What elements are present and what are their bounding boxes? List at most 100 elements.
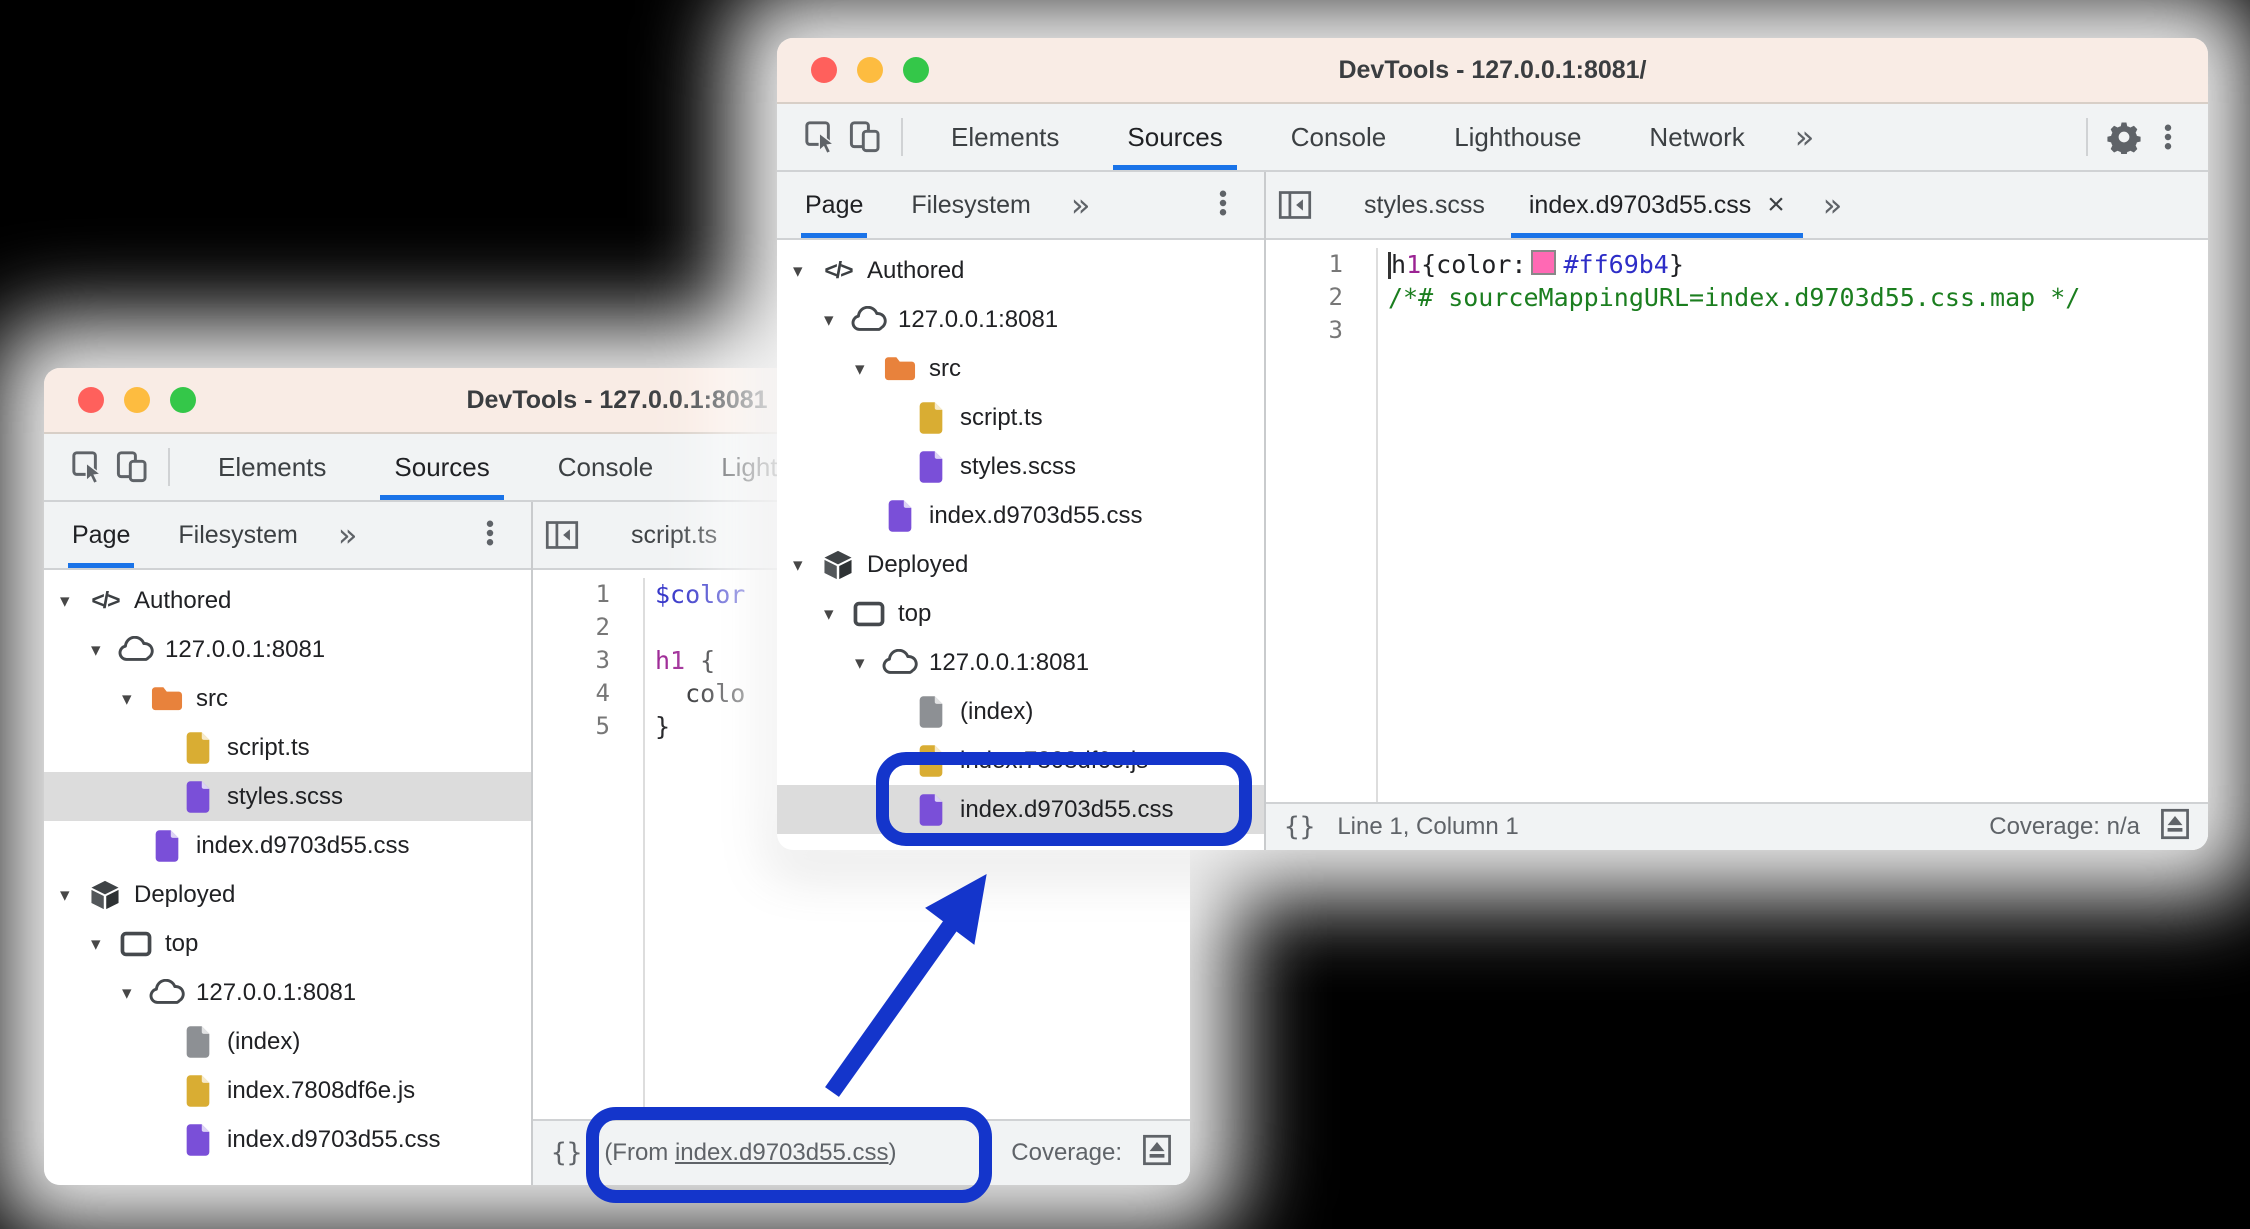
expand-arrow-icon[interactable]: ▾ — [824, 603, 850, 625]
tree-item-index-d9703d55-css[interactable]: index.d9703d55.css — [777, 491, 1264, 540]
pretty-print-icon[interactable]: {} — [551, 1138, 582, 1168]
tree-item-authored[interactable]: ▾ </> Authored — [777, 246, 1264, 295]
tree-item-label: 127.0.0.1:8081 — [929, 648, 1090, 676]
kebab-menu-icon[interactable] — [1208, 187, 1238, 224]
eject-panel-icon[interactable] — [1142, 1134, 1172, 1173]
tab-console[interactable]: Console — [1257, 104, 1420, 170]
toggle-navigator-icon[interactable] — [545, 520, 579, 550]
tree-item-deployed[interactable]: ▾ Deployed — [44, 870, 531, 919]
tree-item-index-7808df6e-js[interactable]: index.7808df6e.js — [777, 736, 1264, 785]
editor-tab-script-ts[interactable]: script.ts — [609, 502, 739, 568]
tree-item-index-d9703d55-css[interactable]: index.d9703d55.css — [44, 1115, 531, 1164]
device-toolbar-icon[interactable] — [110, 445, 154, 489]
mapped-from-link[interactable]: index.d9703d55.css — [675, 1139, 889, 1167]
tree-item-label: src — [929, 354, 961, 382]
coverage-label: Coverage: n/a — [1989, 813, 2140, 840]
expand-arrow-icon[interactable]: ▾ — [793, 260, 819, 282]
editor-statusbar: {} (From index.d9703d55.css ) Coverage: — [533, 1119, 1190, 1185]
line-number-gutter: 1 2 3 — [1266, 248, 1378, 802]
tree-item-127-0-0-1-8081[interactable]: ▾ 127.0.0.1:8081 — [44, 625, 531, 674]
tree-item-index-d9703d55-css[interactable]: index.d9703d55.css — [777, 785, 1264, 834]
eject-panel-icon[interactable] — [2160, 808, 2190, 847]
editor-tab-styles-scss[interactable]: styles.scss — [1342, 172, 1507, 238]
tree-item-127-0-0-1-8081[interactable]: ▾ 127.0.0.1:8081 — [44, 968, 531, 1017]
minimize-window-button[interactable] — [857, 57, 883, 83]
file-purple-icon — [179, 780, 217, 814]
tree-item-script-ts[interactable]: script.ts — [777, 393, 1264, 442]
tree-item-src[interactable]: ▾ src — [777, 344, 1264, 393]
expand-arrow-icon[interactable]: ▾ — [60, 590, 86, 612]
cloud-icon — [881, 648, 919, 677]
tree-item-deployed[interactable]: ▾ Deployed — [777, 540, 1264, 589]
close-tab-icon[interactable]: × — [1767, 190, 1785, 220]
tree-item-127-0-0-1-8081[interactable]: ▾ 127.0.0.1:8081 — [777, 638, 1264, 687]
device-toolbar-icon[interactable] — [843, 115, 887, 159]
navigator-pane: Page Filesystem » ▾ </> Authored ▾ 127.0.0.1:… — [44, 502, 531, 1185]
sidebar-tab-filesystem[interactable]: Filesystem — [154, 502, 321, 568]
tab-lighthouse[interactable]: Lighthouse — [1420, 104, 1615, 170]
minimize-window-button[interactable] — [124, 387, 150, 413]
tab-network[interactable]: Network — [1615, 104, 1778, 170]
expand-arrow-icon[interactable]: ▾ — [824, 309, 850, 331]
sidebar-tab-page[interactable]: Page — [48, 502, 154, 568]
kebab-menu-icon[interactable] — [475, 517, 505, 554]
tree-item-index[interactable]: (index) — [777, 687, 1264, 736]
file-gray-icon — [912, 695, 950, 729]
sidebar-tab-page[interactable]: Page — [781, 172, 887, 238]
more-tabs-icon[interactable]: » — [322, 516, 374, 554]
line-number: 2 — [595, 613, 610, 641]
inspect-element-icon[interactable] — [66, 445, 110, 489]
expand-arrow-icon[interactable]: ▾ — [122, 688, 148, 710]
tab-elements[interactable]: Elements — [184, 434, 360, 500]
toggle-navigator-icon[interactable] — [1278, 190, 1312, 220]
tree-item-label: 127.0.0.1:8081 — [196, 978, 357, 1006]
tree-item-label: (index) — [227, 1027, 301, 1055]
cube-icon — [86, 879, 124, 911]
expand-arrow-icon[interactable]: ▾ — [793, 554, 819, 576]
more-panels-icon[interactable]: » — [1779, 118, 1831, 156]
toolbar-divider — [2086, 118, 2088, 156]
tree-item-label: Authored — [867, 256, 965, 284]
close-window-button[interactable] — [78, 387, 104, 413]
titlebar[interactable]: DevTools - 127.0.0.1:8081/ — [777, 38, 2208, 104]
zoom-window-button[interactable] — [170, 387, 196, 413]
tree-item-src[interactable]: ▾ src — [44, 674, 531, 723]
expand-arrow-icon[interactable]: ▾ — [855, 652, 881, 674]
sidebar-tab-filesystem[interactable]: Filesystem — [887, 172, 1054, 238]
expand-arrow-icon[interactable]: ▾ — [122, 982, 148, 1004]
expand-arrow-icon[interactable]: ▾ — [91, 639, 117, 661]
kebab-menu-icon[interactable] — [2146, 115, 2190, 159]
color-swatch[interactable] — [1531, 250, 1557, 275]
settings-gear-icon[interactable] — [2102, 115, 2146, 159]
expand-arrow-icon[interactable]: ▾ — [91, 933, 117, 955]
tree-item-script-ts[interactable]: script.ts — [44, 723, 531, 772]
tab-elements[interactable]: Elements — [917, 104, 1093, 170]
pretty-print-icon[interactable]: {} — [1284, 812, 1315, 842]
tab-console[interactable]: Console — [524, 434, 687, 500]
editor-tab-index-d9703d55-css[interactable]: index.d9703d55.css × — [1507, 172, 1807, 238]
code-editor[interactable]: 123 h1{color: #ff69b4}/*# sourceMappingUR… — [1266, 240, 2208, 802]
code-token: } — [1668, 250, 1684, 279]
tab-sources[interactable]: Sources — [360, 434, 523, 500]
tree-item-styles-scss[interactable]: styles.scss — [777, 442, 1264, 491]
tree-item-top[interactable]: ▾ top — [44, 919, 531, 968]
inspect-element-icon[interactable] — [799, 115, 843, 159]
tree-item-127-0-0-1-8081[interactable]: ▾ 127.0.0.1:8081 — [777, 295, 1264, 344]
tab-sources[interactable]: Sources — [1093, 104, 1256, 170]
coverage-label: Coverage: — [1011, 1139, 1122, 1166]
cursor-position-label: Line 1, Column 1 — [1337, 813, 1519, 840]
tree-item-index-7808df6e-js[interactable]: index.7808df6e.js — [44, 1066, 531, 1115]
expand-arrow-icon[interactable]: ▾ — [855, 358, 881, 380]
tree-item-authored[interactable]: ▾ </> Authored — [44, 576, 531, 625]
close-window-button[interactable] — [811, 57, 837, 83]
tree-item-styles-scss[interactable]: styles.scss — [44, 772, 531, 821]
more-editor-tabs-icon[interactable]: » — [1807, 186, 1859, 224]
tree-item-index[interactable]: (index) — [44, 1017, 531, 1066]
tree-item-index-d9703d55-css[interactable]: index.d9703d55.css — [44, 821, 531, 870]
zoom-window-button[interactable] — [903, 57, 929, 83]
expand-arrow-icon[interactable]: ▾ — [60, 884, 86, 906]
toolbar-controls — [2072, 115, 2208, 159]
tree-item-top[interactable]: ▾ top — [777, 589, 1264, 638]
line-number: 1 — [595, 580, 610, 608]
more-tabs-icon[interactable]: » — [1055, 186, 1107, 224]
